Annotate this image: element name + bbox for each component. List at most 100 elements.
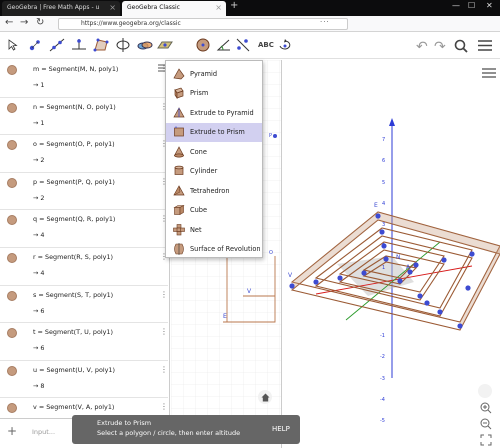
tool-prism[interactable]: Prism bbox=[166, 84, 262, 104]
algebra-definition[interactable]: q = Segment(Q, R, poly1) bbox=[33, 215, 115, 223]
rotate-view-tool-button[interactable] bbox=[276, 36, 294, 54]
tool-label: Cylinder bbox=[190, 167, 218, 176]
pyramid-icon bbox=[172, 67, 185, 80]
tool-label: Extrude to Prism bbox=[190, 128, 245, 137]
visibility-toggle[interactable] bbox=[7, 102, 17, 113]
main-menu-icon[interactable] bbox=[478, 40, 492, 51]
row-menu-icon[interactable]: ⋮ bbox=[160, 327, 168, 336]
tool-surface-of-revolution[interactable]: Surface of Revolution bbox=[166, 240, 262, 260]
algebra-view: m = Segment(M, N, poly1) → 1 ⋮ n = Segme… bbox=[0, 60, 170, 418]
visibility-toggle[interactable] bbox=[7, 177, 17, 188]
algebra-row[interactable]: t = Segment(T, U, poly1) → 6 ⋮ bbox=[0, 323, 168, 361]
algebra-row[interactable]: r = Segment(R, S, poly1) → 4 ⋮ bbox=[0, 248, 168, 286]
close-tab-icon[interactable]: × bbox=[215, 3, 222, 12]
algebra-row[interactable]: n = Segment(N, O, poly1) → 1 ⋮ bbox=[0, 98, 168, 136]
line-tool-button[interactable] bbox=[48, 36, 66, 54]
algebra-definition[interactable]: m = Segment(M, N, poly1) bbox=[33, 65, 118, 73]
polygon-tool-icon bbox=[93, 38, 109, 52]
algebra-row[interactable]: u = Segment(U, V, poly1) → 8 ⋮ bbox=[0, 361, 168, 399]
angle-tool-icon bbox=[216, 39, 230, 51]
reload-icon[interactable]: ↻ bbox=[36, 17, 44, 28]
algebra-definition[interactable]: p = Segment(P, Q, poly1) bbox=[33, 178, 115, 186]
browser-tab-geogebra-free[interactable]: GeoGebra | Free Math Apps - u × bbox=[2, 1, 120, 16]
circle-tool-button[interactable] bbox=[114, 36, 132, 54]
algebra-definition[interactable]: r = Segment(R, S, poly1) bbox=[33, 253, 113, 261]
point-label: A bbox=[406, 264, 411, 271]
tool-extrude-pyramid[interactable]: Extrude to Pyramid bbox=[166, 103, 262, 123]
algebra-row[interactable]: q = Segment(Q, R, poly1) → 4 ⋮ bbox=[0, 210, 168, 248]
tool-tetrahedron[interactable]: Tetrahedron bbox=[166, 181, 262, 201]
browser-tab-geogebra-classic[interactable]: GeoGebra Classic × bbox=[122, 1, 226, 16]
z-axis-ticks-negative: -1 -2 -3 -4 -5 bbox=[380, 326, 385, 432]
row-menu-icon[interactable]: ⋮ bbox=[160, 365, 168, 374]
tool-cube[interactable]: Cube bbox=[166, 201, 262, 221]
algebra-definition[interactable]: u = Segment(U, V, poly1) bbox=[33, 366, 115, 374]
back-icon[interactable]: ← bbox=[5, 17, 13, 28]
point-tool-button[interactable] bbox=[26, 36, 44, 54]
home-view-button-3d[interactable] bbox=[478, 384, 492, 398]
graphics-view-3d[interactable]: 7 6 5 4 3 2 1 -1 -2 -3 -4 -5 V E N A bbox=[281, 60, 500, 448]
close-tab-icon[interactable]: × bbox=[109, 3, 116, 12]
intersect-tool-button[interactable] bbox=[136, 36, 154, 54]
algebra-definition[interactable]: v = Segment(V, A, poly1) bbox=[33, 403, 114, 411]
home-icon bbox=[261, 393, 269, 401]
undo-icon[interactable]: ↶ bbox=[416, 39, 428, 55]
add-input-icon[interactable]: + bbox=[7, 424, 17, 438]
url-bar[interactable]: https://www.geogebra.org/classic bbox=[58, 18, 348, 30]
tool-extrude-prism[interactable]: Extrude to Prism bbox=[166, 122, 262, 142]
tool-pyramid[interactable]: Pyramid bbox=[166, 64, 262, 84]
plane-tool-button[interactable] bbox=[156, 36, 174, 54]
tool-label: Tetrahedron bbox=[190, 186, 230, 195]
algebra-definition[interactable]: o = Segment(O, P, poly1) bbox=[33, 140, 115, 148]
input-placeholder[interactable]: Input... bbox=[32, 428, 55, 436]
visibility-toggle[interactable] bbox=[7, 65, 17, 75]
zoom-out-icon[interactable] bbox=[480, 418, 492, 430]
algebra-value: → 4 bbox=[33, 231, 45, 240]
visibility-toggle[interactable] bbox=[7, 253, 17, 263]
text-tool-button[interactable]: ABC bbox=[258, 41, 274, 49]
sphere-tool-button[interactable] bbox=[194, 36, 212, 54]
algebra-value: → 1 bbox=[33, 118, 45, 127]
algebra-row[interactable]: m = Segment(M, N, poly1) → 1 ⋮ bbox=[0, 60, 168, 98]
reflect-tool-button[interactable] bbox=[234, 36, 252, 54]
tool-cone[interactable]: Cone bbox=[166, 142, 262, 162]
algebra-row[interactable]: p = Segment(P, Q, poly1) → 2 ⋮ bbox=[0, 173, 168, 211]
row-menu-icon[interactable]: ⋮ bbox=[160, 402, 168, 411]
maximize-icon[interactable]: ☐ bbox=[468, 1, 475, 10]
help-button[interactable]: HELP bbox=[272, 425, 290, 433]
algebra-row[interactable]: s = Segment(S, T, poly1) → 6 ⋮ bbox=[0, 286, 168, 324]
new-tab-button[interactable]: + bbox=[230, 0, 238, 11]
z-tick: 3 bbox=[382, 222, 386, 229]
algebra-definition[interactable]: t = Segment(T, U, poly1) bbox=[33, 328, 113, 336]
visibility-toggle[interactable] bbox=[7, 290, 17, 301]
forward-icon[interactable]: → bbox=[20, 17, 28, 28]
minimize-icon[interactable]: — bbox=[452, 1, 460, 10]
visibility-toggle[interactable] bbox=[7, 140, 17, 151]
visibility-toggle[interactable] bbox=[7, 403, 17, 414]
visibility-toggle[interactable] bbox=[7, 365, 17, 376]
angle-tool-button[interactable] bbox=[214, 36, 232, 54]
perpendicular-tool-button[interactable] bbox=[70, 36, 88, 54]
move-tool-button[interactable] bbox=[4, 36, 22, 54]
move-arrow-icon bbox=[8, 39, 18, 51]
algebra-definition[interactable]: s = Segment(S, T, poly1) bbox=[33, 291, 113, 299]
tool-net[interactable]: Net bbox=[166, 220, 262, 240]
home-view-button[interactable] bbox=[258, 390, 272, 404]
visibility-toggle[interactable] bbox=[7, 328, 17, 339]
tool-cylinder[interactable]: Cylinder bbox=[166, 162, 262, 182]
fullscreen-icon[interactable] bbox=[480, 434, 492, 446]
browser-tab-bar: GeoGebra | Free Math Apps - u × GeoGebra… bbox=[0, 0, 500, 16]
visibility-toggle[interactable] bbox=[7, 215, 17, 226]
zoom-in-icon[interactable] bbox=[480, 402, 492, 414]
z-tick: -3 bbox=[380, 375, 385, 382]
graphics-menu-icon[interactable] bbox=[482, 68, 496, 78]
algebra-definition[interactable]: n = Segment(N, O, poly1) bbox=[33, 103, 116, 111]
algebra-row[interactable]: o = Segment(O, P, poly1) → 2 ⋮ bbox=[0, 135, 168, 173]
page-actions-menu[interactable]: ··· bbox=[320, 18, 330, 26]
close-window-icon[interactable]: ✕ bbox=[486, 1, 493, 10]
search-icon[interactable] bbox=[454, 39, 468, 53]
algebra-value: → 2 bbox=[33, 193, 45, 202]
row-menu-icon[interactable]: ⋮ bbox=[160, 290, 168, 299]
redo-icon[interactable]: ↷ bbox=[434, 39, 446, 55]
polygon-tool-button[interactable] bbox=[92, 36, 110, 54]
